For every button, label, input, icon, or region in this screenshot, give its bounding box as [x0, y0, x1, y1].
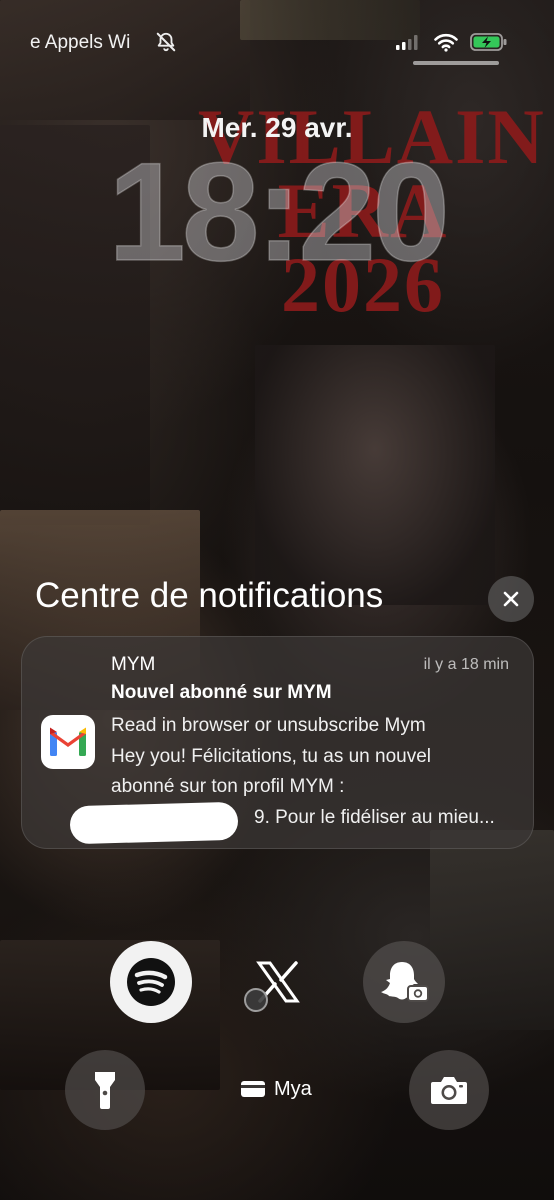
- notification-body-line: abonné sur ton profil MYM :: [111, 776, 345, 797]
- close-x-icon: [503, 591, 519, 607]
- notification-app-name: MYM: [111, 654, 156, 675]
- snapchat-camera-icon: [381, 962, 429, 1002]
- snapchat-widget-button[interactable]: [363, 941, 445, 1023]
- notification-center-close-button[interactable]: [488, 576, 534, 622]
- status-bar[interactable]: e Appels Wi: [0, 28, 554, 58]
- wallet-card-icon: [241, 1081, 265, 1097]
- spotify-icon: [127, 958, 175, 1006]
- flashlight-button[interactable]: [65, 1050, 145, 1130]
- wallet-card-label: Mya: [274, 1077, 312, 1100]
- camera-icon: [431, 1077, 467, 1104]
- notification-timestamp: il y a 18 min: [423, 656, 509, 673]
- notification-body-line: Hey you! Félicitations, tu as un nouvel: [111, 745, 432, 767]
- battery-charging-icon: [470, 33, 507, 51]
- bell-slash-icon: [156, 32, 176, 52]
- wifi-icon: [434, 33, 458, 52]
- wallpaper-photo-tile: [255, 345, 495, 605]
- home-grabber[interactable]: [413, 61, 499, 65]
- redaction-scribble: [69, 801, 239, 845]
- notification-subject: Nouvel abonné sur MYM: [111, 682, 332, 703]
- spotify-widget-button[interactable]: [110, 941, 192, 1023]
- gmail-icon: [41, 715, 95, 769]
- camera-button[interactable]: [409, 1050, 489, 1130]
- flashlight-icon: [95, 1072, 115, 1109]
- notification-body-line: Read in browser or unsubscribe Mym: [111, 715, 426, 736]
- chat-bubble-icon: [244, 988, 268, 1012]
- wallpaper-photo-tile: [430, 830, 554, 1030]
- wallet-card-indicator[interactable]: Mya: [240, 1076, 312, 1102]
- lock-time: 18:20: [107, 133, 451, 290]
- cellular-signal-icon: [396, 35, 418, 50]
- notification-center-title: Centre de notifications: [35, 576, 384, 615]
- notification-card[interactable]: MYM il y a 18 min Nouvel abonné sur MYM …: [21, 636, 534, 849]
- carrier-label: e Appels Wi: [30, 32, 131, 53]
